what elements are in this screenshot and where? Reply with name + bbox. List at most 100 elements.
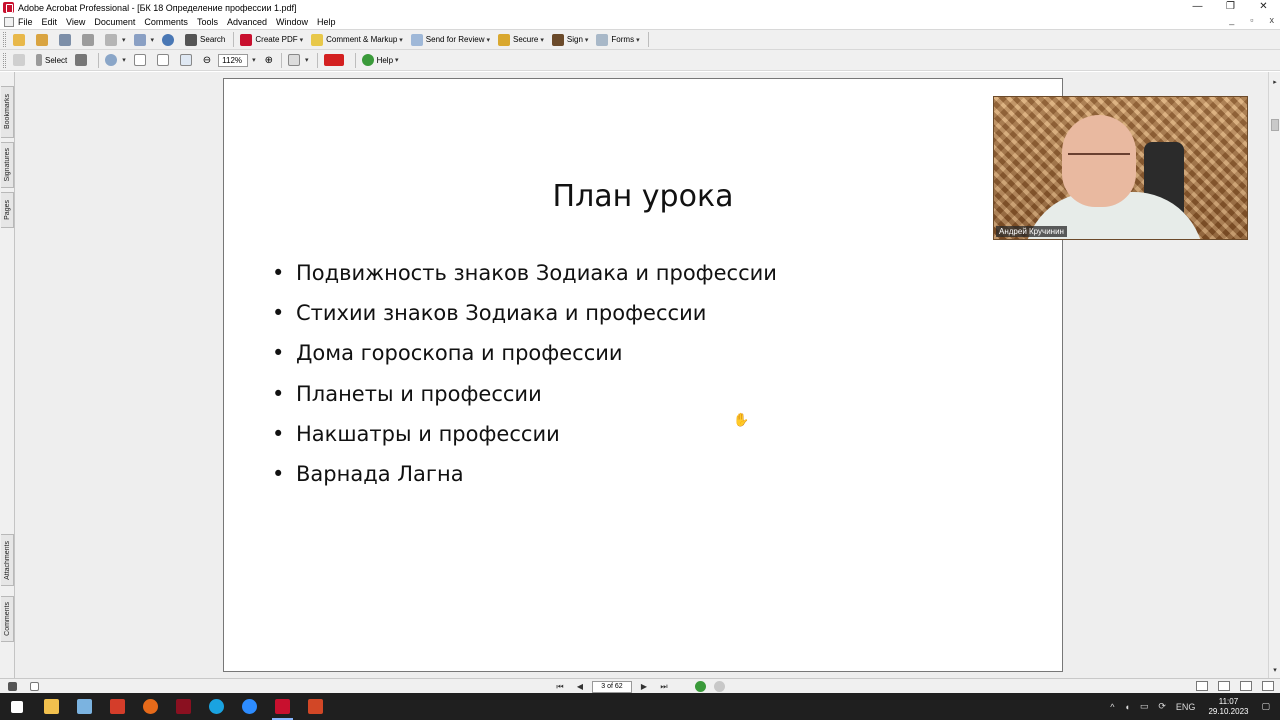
navigation-panel: Bookmarks Signatures Pages Attachments C… <box>0 72 15 678</box>
menu-tools[interactable]: Tools <box>197 17 218 27</box>
file-toolbar: ▾ ▾ Search Create PDF ▾ Comment & Markup ▾… <box>0 29 1280 50</box>
print-button[interactable] <box>79 31 100 48</box>
comment-markup-button[interactable]: Comment & Markup ▾ <box>308 31 406 48</box>
taskbar-powerpoint[interactable] <box>299 693 332 720</box>
menu-window[interactable]: Window <box>276 17 308 27</box>
menu-advanced[interactable]: Advanced <box>227 17 267 27</box>
presenter-name: Андрей Кручинин <box>996 226 1067 237</box>
send-review-button[interactable]: Send for Review ▾ <box>408 31 493 48</box>
last-page-button[interactable]: ⏭ <box>656 680 672 693</box>
taskbar-notepad[interactable] <box>68 693 101 720</box>
tray-chevron-icon[interactable]: ^ <box>1110 702 1114 712</box>
notifications-icon[interactable]: ▢ <box>1261 701 1270 712</box>
open-button[interactable] <box>10 31 31 48</box>
toolbar-separator <box>281 52 283 68</box>
tab-bookmarks[interactable]: Bookmarks <box>1 86 14 138</box>
menu-help[interactable]: Help <box>317 17 336 27</box>
vertical-scrollbar[interactable]: ▸ ▾ <box>1268 72 1280 678</box>
zoom-in-button[interactable]: ⊕ <box>262 52 276 69</box>
scroll-down-icon[interactable]: ▾ <box>1270 666 1280 676</box>
start-button[interactable] <box>0 693 33 720</box>
scrollbar-thumb[interactable] <box>1271 119 1279 131</box>
tab-attachments[interactable]: Attachments <box>1 534 14 586</box>
taskbar-skype[interactable] <box>200 693 233 720</box>
restore-button[interactable]: ❐ <box>1214 0 1247 15</box>
minimize-button[interactable]: — <box>1181 0 1214 15</box>
language-indicator[interactable]: ENG <box>1176 702 1196 712</box>
ya-button[interactable] <box>321 52 350 69</box>
secure-button[interactable]: Secure ▾ <box>495 31 547 48</box>
snapshot-button[interactable] <box>72 52 93 69</box>
single-page-icon[interactable] <box>1196 681 1208 691</box>
menu-view[interactable]: View <box>66 17 85 27</box>
search-button[interactable]: Search <box>182 31 228 48</box>
next-view-icon[interactable] <box>714 681 725 692</box>
taskbar-app-red[interactable] <box>101 693 134 720</box>
help-icon <box>361 54 374 66</box>
menu-comments[interactable]: Comments <box>144 17 188 27</box>
hand-tool-button[interactable] <box>10 52 31 69</box>
facing-icon[interactable] <box>1240 681 1252 691</box>
zoom-dropdown-icon[interactable]: ▾ <box>252 56 256 64</box>
taskbar-zoom[interactable] <box>233 693 266 720</box>
page-size-icon[interactable] <box>30 681 39 691</box>
sync-icon[interactable]: ⟳ <box>1158 701 1166 712</box>
close-button[interactable]: ✕ <box>1247 0 1280 15</box>
page-number-field[interactable]: 3 of 62 <box>592 680 632 693</box>
doc-close-button[interactable]: x <box>1270 15 1275 25</box>
toolbar-grip[interactable] <box>3 52 6 68</box>
chevron-down-icon: ▾ <box>395 57 399 64</box>
help-button[interactable]: Help ▾ <box>359 52 402 69</box>
rotate-button[interactable]: ▾ <box>285 52 312 69</box>
acrobat-app-icon[interactable] <box>3 2 14 13</box>
select-tool-button[interactable]: Select <box>33 52 70 69</box>
scroll-up-icon[interactable]: ▸ <box>1270 78 1280 88</box>
create-pdf-button[interactable]: Create PDF ▾ <box>237 31 306 48</box>
continuous-facing-icon[interactable] <box>1262 681 1274 691</box>
menu-edit[interactable]: Edit <box>42 17 58 27</box>
pdf-page[interactable]: План урока Подвижность знаков Зодиака и … <box>223 78 1063 672</box>
menu-document[interactable]: Document <box>94 17 135 27</box>
actual-size-button[interactable] <box>131 52 152 69</box>
zoom-tool-button[interactable]: ▾ <box>102 52 129 69</box>
sign-button[interactable]: Sign ▾ <box>549 31 592 48</box>
tab-pages[interactable]: Pages <box>1 192 14 228</box>
save-icon <box>59 33 71 46</box>
first-page-button[interactable]: ⏮ <box>552 680 568 693</box>
page-layout-icon[interactable] <box>8 681 17 691</box>
taskbar-explorer[interactable] <box>35 693 68 720</box>
web-button[interactable] <box>159 31 180 48</box>
menu-file[interactable]: File <box>18 17 33 27</box>
previous-page-button[interactable]: ◀ <box>572 680 588 693</box>
page-icon <box>133 54 146 66</box>
system-tray: ^ ◖ ▭ ⟳ ENG 11:07 29.10.2023 ▢ <box>1105 693 1280 720</box>
pen-icon <box>551 33 564 46</box>
document-icon[interactable] <box>4 17 14 27</box>
fit-page-button[interactable] <box>154 52 175 69</box>
attach-button[interactable]: ▾ <box>131 31 158 48</box>
clock[interactable]: 11:07 29.10.2023 <box>1208 697 1248 717</box>
fit-width-button[interactable] <box>177 52 198 69</box>
tab-signatures[interactable]: Signatures <box>1 142 14 188</box>
network-icon[interactable]: ▭ <box>1140 701 1149 712</box>
taskbar-acrobat[interactable] <box>266 693 299 720</box>
taskbar-app-dark[interactable] <box>167 693 200 720</box>
toolbar-grip[interactable] <box>3 32 6 47</box>
doc-restore-button[interactable]: ▫ <box>1250 15 1253 25</box>
save-button[interactable] <box>56 31 77 48</box>
tab-comments[interactable]: Comments <box>1 596 14 642</box>
volume-icon[interactable]: ◖ <box>1124 702 1129 712</box>
taskbar-firefox[interactable] <box>134 693 167 720</box>
next-page-button[interactable]: ▶ <box>636 680 652 693</box>
ya-logo-icon <box>323 54 344 66</box>
doc-minimize-button[interactable]: _ <box>1229 15 1234 25</box>
previous-view-icon[interactable] <box>695 681 706 692</box>
zoom-out-button[interactable]: ⊖ <box>200 52 214 69</box>
zoom-level-field[interactable]: 112% <box>218 53 249 67</box>
email-button[interactable]: ▾ <box>102 31 129 48</box>
toolbar-separator <box>233 32 235 47</box>
forms-button[interactable]: Forms ▾ <box>593 31 642 48</box>
continuous-icon[interactable] <box>1218 681 1230 691</box>
email-icon <box>105 33 117 46</box>
organizer-button[interactable] <box>33 31 54 48</box>
